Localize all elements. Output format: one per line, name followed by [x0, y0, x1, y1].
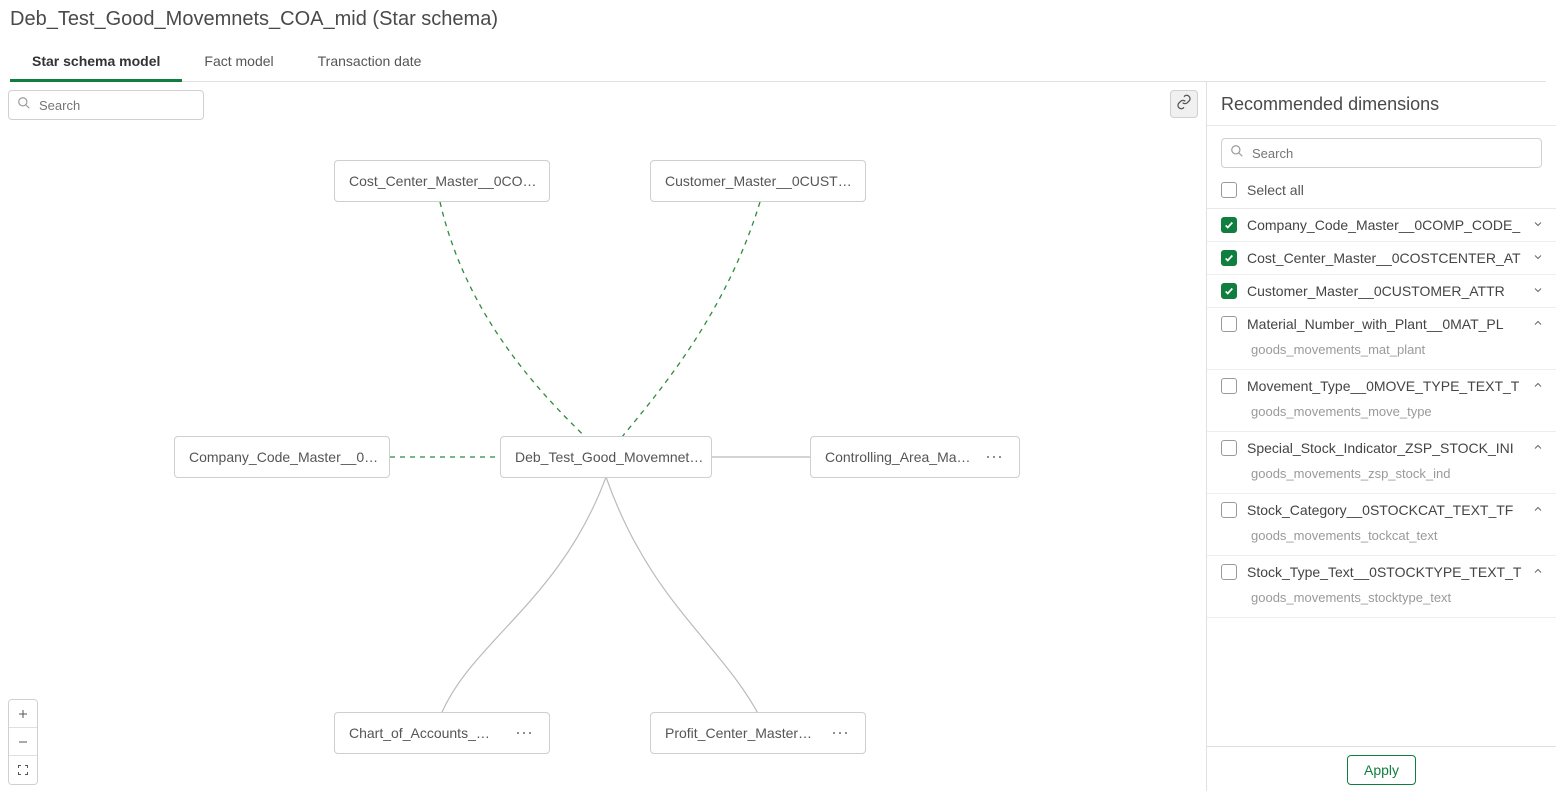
- dimension-label: Special_Stock_Indicator_ZSP_STOCK_INI: [1247, 440, 1522, 456]
- chevron-down-icon[interactable]: [1532, 283, 1544, 299]
- node-center-fact[interactable]: Deb_Test_Good_Movemnet…: [500, 436, 712, 478]
- select-all-row[interactable]: Select all: [1207, 176, 1556, 209]
- dimension-item: Special_Stock_Indicator_ZSP_STOCK_INIgoo…: [1207, 432, 1556, 494]
- dimension-sub-label: goods_movements_move_type: [1207, 402, 1556, 431]
- dimension-item: Customer_Master__0CUSTOMER_ATTR: [1207, 275, 1556, 308]
- node-chart-of-accounts[interactable]: Chart_of_Accounts_… ⋯: [334, 712, 550, 754]
- chevron-up-icon[interactable]: [1532, 378, 1544, 394]
- select-all-label: Select all: [1247, 182, 1304, 198]
- chevron-down-icon[interactable]: [1532, 217, 1544, 233]
- dimension-label: Company_Code_Master__0COMP_CODE_: [1247, 217, 1522, 233]
- search-icon: [1230, 144, 1244, 163]
- dimension-head[interactable]: Company_Code_Master__0COMP_CODE_: [1207, 209, 1556, 241]
- dimension-item: Company_Code_Master__0COMP_CODE_: [1207, 209, 1556, 242]
- select-all-checkbox[interactable]: [1221, 182, 1237, 198]
- dimension-checkbox[interactable]: [1221, 378, 1237, 394]
- dimension-item: Movement_Type__0MOVE_TYPE_TEXT_T goods_mo…: [1207, 370, 1556, 432]
- node-controlling-area[interactable]: Controlling_Area_Ma… ⋯: [810, 436, 1020, 478]
- more-icon[interactable]: ⋯: [515, 723, 535, 744]
- chevron-down-icon[interactable]: [1532, 250, 1544, 266]
- dimension-head[interactable]: Stock_Type_Text__0STOCKTYPE_TEXT_T: [1207, 556, 1556, 588]
- node-label: Customer_Master__0CUST…: [665, 173, 852, 189]
- dimension-item: Stock_Category__0STOCKCAT_TEXT_TF goods_m…: [1207, 494, 1556, 556]
- node-customer[interactable]: Customer_Master__0CUST…: [650, 160, 866, 202]
- panel-title: Recommended dimensions: [1207, 82, 1556, 126]
- dimension-checkbox[interactable]: [1221, 283, 1237, 299]
- dimension-head[interactable]: Special_Stock_Indicator_ZSP_STOCK_INI: [1207, 432, 1556, 464]
- tab-transaction-date[interactable]: Transaction date: [296, 43, 444, 81]
- node-label: Cost_Center_Master__0CO…: [349, 173, 537, 189]
- chevron-up-icon[interactable]: [1532, 316, 1544, 332]
- diagram-canvas[interactable]: Cost_Center_Master__0CO… Customer_Master…: [0, 82, 1206, 791]
- more-icon[interactable]: ⋯: [831, 723, 851, 744]
- dimension-item: Material_Number_with_Plant__0MAT_PLgoods…: [1207, 308, 1556, 370]
- dimension-sub-label: goods_movements_stocktype_text: [1207, 588, 1556, 617]
- dimension-checkbox[interactable]: [1221, 502, 1237, 518]
- recommended-dimensions-panel: Recommended dimensions Select all Compan…: [1206, 82, 1556, 791]
- dimension-checkbox[interactable]: [1221, 564, 1237, 580]
- dimension-head[interactable]: Material_Number_with_Plant__0MAT_PL: [1207, 308, 1556, 340]
- search-icon: [17, 96, 31, 115]
- canvas-search-input[interactable]: [37, 97, 217, 114]
- tab-star-schema-model[interactable]: Star schema model: [10, 43, 182, 81]
- link-icon: [1176, 94, 1192, 115]
- dimension-sub-label: goods_movements_zsp_stock_ind: [1207, 464, 1556, 493]
- dimension-label: Stock_Category__0STOCKCAT_TEXT_TF: [1247, 502, 1522, 518]
- node-label: Chart_of_Accounts_…: [349, 725, 505, 741]
- dimension-label: Stock_Type_Text__0STOCKTYPE_TEXT_T: [1247, 564, 1522, 580]
- zoom-controls: [8, 699, 38, 785]
- tabs: Star schema model Fact model Transaction…: [10, 43, 1546, 82]
- dimension-head[interactable]: Cost_Center_Master__0COSTCENTER_AT: [1207, 242, 1556, 274]
- chevron-up-icon[interactable]: [1532, 440, 1544, 456]
- apply-button[interactable]: Apply: [1347, 755, 1416, 785]
- dimension-label: Material_Number_with_Plant__0MAT_PL: [1247, 316, 1522, 332]
- dimension-checkbox[interactable]: [1221, 250, 1237, 266]
- link-toggle-button[interactable]: [1170, 90, 1198, 118]
- dimension-label: Cost_Center_Master__0COSTCENTER_AT: [1247, 250, 1522, 266]
- dimension-item: Stock_Type_Text__0STOCKTYPE_TEXT_T goods_…: [1207, 556, 1556, 618]
- node-cost-center[interactable]: Cost_Center_Master__0CO…: [334, 160, 550, 202]
- dimension-head[interactable]: Stock_Category__0STOCKCAT_TEXT_TF: [1207, 494, 1556, 526]
- panel-search-input[interactable]: [1250, 145, 1533, 162]
- dimension-head[interactable]: Customer_Master__0CUSTOMER_ATTR: [1207, 275, 1556, 307]
- chevron-up-icon[interactable]: [1532, 502, 1544, 518]
- node-profit-center[interactable]: Profit_Center_Master… ⋯: [650, 712, 866, 754]
- page-title: Deb_Test_Good_Movemnets_COA_mid (Star sc…: [10, 8, 1546, 31]
- dimension-sub-label: goods_movements_mat_plant: [1207, 340, 1556, 369]
- node-label: Controlling_Area_Ma…: [825, 449, 975, 465]
- dimension-label: Customer_Master__0CUSTOMER_ATTR: [1247, 283, 1522, 299]
- dimension-checkbox[interactable]: [1221, 217, 1237, 233]
- zoom-out-button[interactable]: [9, 728, 37, 756]
- fit-screen-button[interactable]: [9, 756, 37, 784]
- dimension-head[interactable]: Movement_Type__0MOVE_TYPE_TEXT_T: [1207, 370, 1556, 402]
- node-company-code[interactable]: Company_Code_Master__0…: [174, 436, 390, 478]
- tab-fact-model[interactable]: Fact model: [182, 43, 295, 81]
- node-label: Profit_Center_Master…: [665, 725, 821, 741]
- more-icon[interactable]: ⋯: [985, 447, 1005, 468]
- zoom-in-button[interactable]: [9, 700, 37, 728]
- dimension-sub-label: goods_movements_tockcat_text: [1207, 526, 1556, 555]
- panel-footer: Apply: [1207, 746, 1556, 791]
- canvas-search[interactable]: [8, 90, 204, 120]
- panel-search[interactable]: [1221, 138, 1542, 168]
- chevron-up-icon[interactable]: [1532, 564, 1544, 580]
- dimension-item: Cost_Center_Master__0COSTCENTER_AT: [1207, 242, 1556, 275]
- dimension-checkbox[interactable]: [1221, 440, 1237, 456]
- dimension-checkbox[interactable]: [1221, 316, 1237, 332]
- node-label: Company_Code_Master__0…: [189, 449, 378, 465]
- dimension-label: Movement_Type__0MOVE_TYPE_TEXT_T: [1247, 378, 1522, 394]
- node-label: Deb_Test_Good_Movemnet…: [515, 449, 703, 465]
- dimensions-list[interactable]: Company_Code_Master__0COMP_CODE_ Cost_Cen…: [1207, 209, 1556, 746]
